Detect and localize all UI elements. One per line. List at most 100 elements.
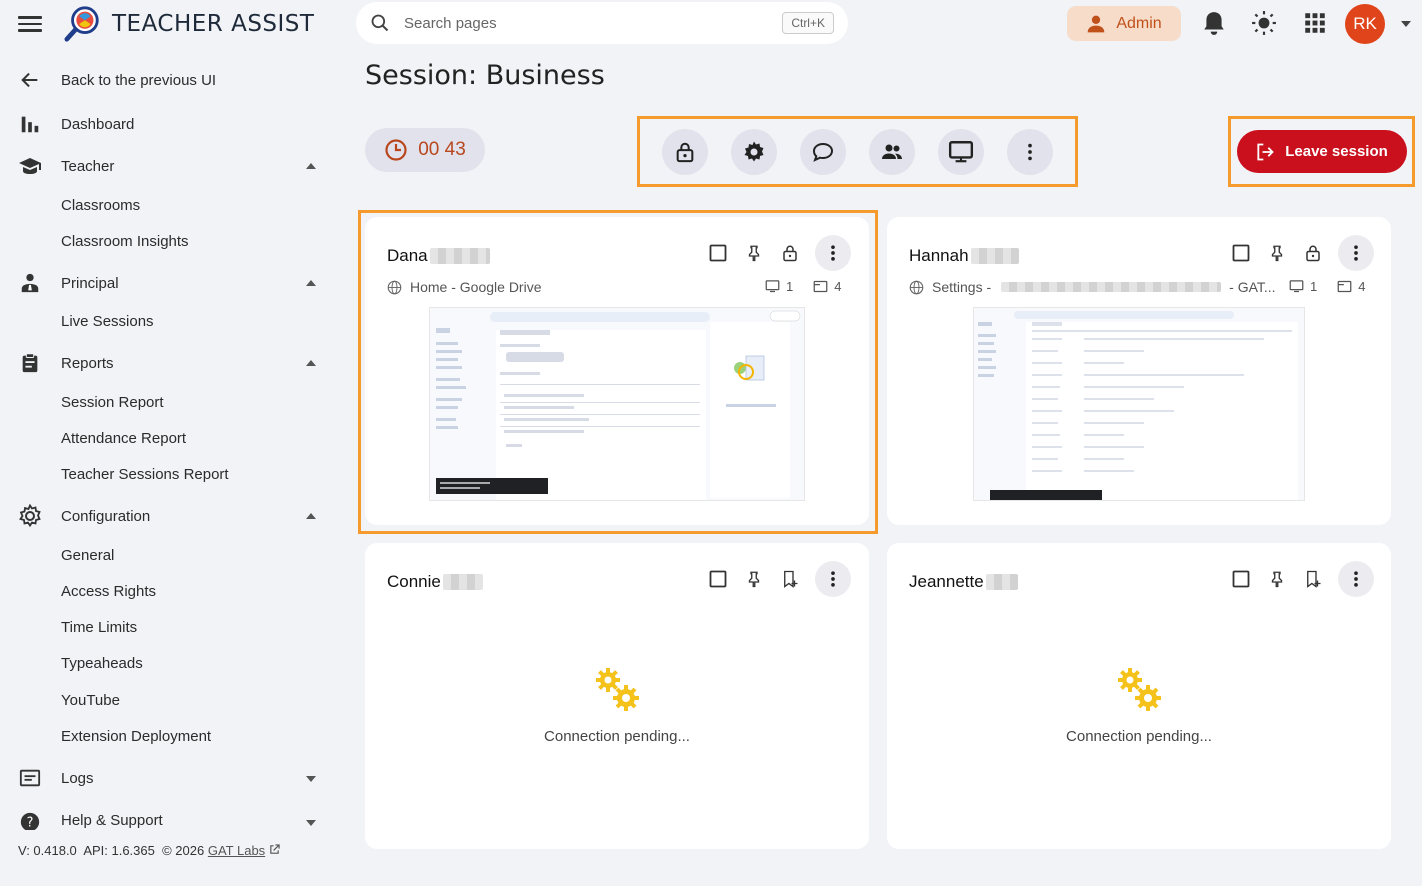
student-card-connie[interactable]: Connie Connection pending... — [365, 543, 869, 849]
nav-back-label: Back to the previous UI — [61, 71, 217, 89]
bookmark-add-icon[interactable] — [779, 568, 801, 590]
nav-typeaheads[interactable]: Typeaheads — [61, 652, 143, 676]
nav-configuration[interactable]: Configuration — [0, 498, 340, 534]
more-options-button[interactable] — [1007, 128, 1054, 175]
more-vertical-icon[interactable] — [815, 235, 851, 271]
bell-icon[interactable] — [1201, 10, 1227, 36]
help-icon: ? — [18, 810, 42, 830]
search-icon — [371, 14, 389, 32]
nav-dashboard-label: Dashboard — [61, 115, 135, 133]
student-card-jeannette[interactable]: Jeannette Connection pending... — [887, 543, 1391, 849]
student-name: Hannah — [909, 246, 1019, 266]
lock-icon — [676, 142, 693, 162]
more-vertical-icon[interactable] — [815, 561, 851, 597]
nav-principal-label: Principal — [61, 274, 119, 292]
lock-screens-button[interactable] — [661, 128, 708, 175]
page-title: Session: Business — [365, 60, 605, 91]
pin-icon[interactable] — [1266, 242, 1288, 264]
nav-access-rights[interactable]: Access Rights — [61, 580, 156, 604]
pin-icon[interactable] — [1266, 568, 1288, 590]
chevron-up-icon — [306, 513, 316, 519]
search-input[interactable]: Search pages — [404, 15, 782, 32]
students-button[interactable] — [869, 128, 916, 175]
brand: TEACHER ASSIST — [18, 6, 314, 42]
screen-thumbnail[interactable] — [973, 307, 1305, 501]
nav-general[interactable]: General — [61, 544, 114, 568]
student-name: Jeannette — [909, 572, 1018, 592]
more-vertical-icon[interactable] — [1338, 561, 1374, 597]
user-avatar[interactable]: RK — [1345, 4, 1385, 44]
nav-teacher[interactable]: Teacher — [0, 148, 340, 184]
nav-teacher-label: Teacher — [61, 157, 115, 175]
leave-session-button[interactable]: Leave session — [1236, 130, 1407, 173]
nav-classroom-insights[interactable]: Classroom Insights — [61, 230, 189, 254]
nav-reports[interactable]: Reports — [0, 345, 340, 381]
screens-button[interactable] — [938, 128, 985, 175]
nav-configuration-label: Configuration — [61, 507, 151, 525]
nav-principal[interactable]: Principal — [0, 265, 340, 301]
nav-dashboard[interactable]: Dashboard — [0, 106, 340, 142]
redacted-surname — [429, 248, 490, 264]
redacted-surname — [970, 248, 1019, 264]
drive-screenshot-image — [430, 308, 804, 500]
sidebar: TEACHER ASSIST Back to the previous UI D… — [0, 0, 340, 886]
nav-youtube[interactable]: YouTube — [61, 689, 120, 713]
clipboard-icon — [18, 351, 42, 375]
nav-attendance-report[interactable]: Attendance Report — [61, 427, 186, 451]
screen-count: 1 — [786, 279, 794, 294]
student-name-text: Dana — [387, 246, 428, 265]
bookmark-add-icon[interactable] — [1302, 568, 1324, 590]
settings-button[interactable] — [730, 128, 777, 175]
nav-classrooms[interactable]: Classrooms — [61, 194, 140, 218]
nav-time-limits[interactable]: Time Limits — [61, 616, 137, 640]
clock-icon — [385, 139, 407, 161]
select-checkbox[interactable] — [707, 242, 729, 264]
lock-icon[interactable] — [1302, 242, 1324, 264]
app-title: TEACHER ASSIST — [112, 11, 315, 37]
tab-count: 4 — [1358, 279, 1366, 294]
chevron-up-icon — [306, 360, 316, 366]
pin-icon[interactable] — [743, 568, 765, 590]
people-icon — [882, 144, 903, 159]
student-card-hannah[interactable]: Hannah Settings - - GAT... 1 4 — [887, 217, 1391, 525]
version-info: V: 0.418.0 API: 1.6.365 © 2026 GAT Labs — [18, 843, 280, 858]
person-icon — [1087, 15, 1105, 32]
leave-session-label: Leave session — [1285, 143, 1388, 160]
tabs-icon — [1337, 280, 1352, 293]
avatar-dropdown-icon[interactable] — [1401, 21, 1411, 27]
nav-back[interactable]: Back to the previous UI — [0, 62, 340, 98]
external-link-icon — [270, 844, 280, 854]
current-url-prefix: Settings - — [932, 279, 992, 295]
student-name-text: Connie — [387, 572, 441, 591]
screen-thumbnail[interactable] — [429, 307, 805, 501]
student-card-dana[interactable]: Dana Home - Google Drive 1 4 — [365, 217, 869, 525]
chat-button[interactable] — [799, 128, 846, 175]
nav-teacher-sessions-report[interactable]: Teacher Sessions Report — [61, 463, 229, 487]
chat-bubble-icon — [812, 142, 833, 162]
nav-logs[interactable]: Logs — [0, 760, 340, 796]
nav-session-report[interactable]: Session Report — [61, 391, 164, 415]
lock-icon[interactable] — [779, 242, 801, 264]
session-timer: 00 43 — [365, 128, 485, 172]
hamburger-menu-icon[interactable] — [18, 12, 42, 36]
exit-icon — [1257, 143, 1275, 160]
select-checkbox[interactable] — [707, 568, 729, 590]
nav-extension-deployment[interactable]: Extension Deployment — [61, 725, 211, 749]
admin-role-button[interactable]: Admin — [1067, 6, 1181, 41]
gat-labs-link[interactable]: GAT Labs — [208, 843, 265, 858]
nav-help[interactable]: ? Help & Support — [0, 804, 340, 830]
apps-grid-icon[interactable] — [1302, 10, 1328, 36]
select-checkbox[interactable] — [1230, 568, 1252, 590]
theme-sun-icon[interactable] — [1251, 10, 1277, 36]
search-bar[interactable]: Search pages Ctrl+K — [356, 2, 848, 44]
nav-live-sessions[interactable]: Live Sessions — [61, 310, 154, 334]
student-name: Connie — [387, 572, 483, 592]
gear-icon — [18, 504, 42, 528]
connection-pending-text: Connection pending... — [1066, 728, 1212, 745]
leave-session-wrapper: Leave session — [1228, 116, 1415, 187]
pin-icon[interactable] — [743, 242, 765, 264]
current-url: Home - Google Drive — [387, 279, 542, 295]
select-checkbox[interactable] — [1230, 242, 1252, 264]
more-vertical-icon[interactable] — [1338, 235, 1374, 271]
loading-gears-icon — [1118, 668, 1161, 711]
